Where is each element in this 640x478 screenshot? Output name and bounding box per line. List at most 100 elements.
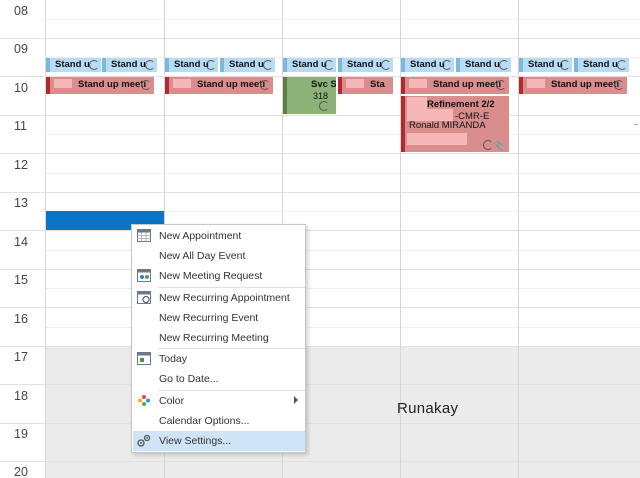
hour-line (0, 115, 640, 116)
standup-short-appointment[interactable]: Stand u (220, 58, 275, 72)
refinement-appointment[interactable]: Refinement 2/2 -CMR-E Ronald MIRANDA 📎 (401, 96, 509, 152)
menu-item-new-meeting-request[interactable]: New Meeting Request (133, 266, 305, 286)
menu-item-label: New Recurring Event (159, 312, 259, 324)
menu-item-label: New Recurring Appointment (159, 292, 290, 304)
standup-appointment[interactable]: Stand up meeti (46, 77, 154, 94)
standup-short-appointment[interactable]: Stand u (165, 58, 218, 72)
category-marker (346, 79, 364, 88)
svc-appointment[interactable]: Svc S 318 (283, 77, 336, 114)
recurrence-icon (381, 60, 391, 70)
standup-appointment[interactable]: Stand up meeti (165, 77, 273, 94)
standup-short-appointment[interactable]: Stand u (283, 58, 336, 72)
recurrence-icon (483, 140, 493, 150)
standup-appointment[interactable]: Stand up meeti (519, 77, 627, 94)
appointment-title: Stand u (229, 59, 264, 70)
attachment-icon: 📎 (493, 140, 505, 150)
appointment-title: Stand u (465, 59, 500, 70)
menu-item-label: View Settings... (159, 435, 232, 447)
recurrence-icon (260, 80, 270, 90)
category-marker (173, 79, 191, 88)
hour-line (0, 384, 640, 385)
hour-line (0, 423, 640, 424)
appointment-title: Stand u (111, 59, 146, 70)
menu-item-label: New All Day Event (159, 250, 246, 262)
appointment-organizer: Ronald MIRANDA (409, 120, 486, 131)
appointment-title: Stand up meeti (78, 79, 147, 90)
appointment-title: Stand u (410, 59, 445, 70)
hour-line (0, 153, 640, 154)
hour-line (0, 461, 640, 462)
meeting-request-icon (137, 269, 151, 282)
hour-label: 17 (14, 350, 28, 364)
half-hour-line (46, 19, 640, 20)
calendar-grid-icon (137, 229, 151, 242)
watermark-text: Runakay (397, 400, 459, 417)
menu-item-calendar-options[interactable]: Calendar Options... (133, 411, 305, 431)
menu-item-new-recurring-meeting[interactable]: New Recurring Meeting (133, 328, 305, 348)
view-settings-icon (137, 434, 151, 447)
category-marker (54, 79, 72, 88)
appointment-title: Stand u (174, 59, 209, 70)
category-marker (407, 133, 467, 145)
hour-label: 15 (14, 273, 28, 287)
recurrence-icon (141, 80, 151, 90)
menu-item-new-all-day-event[interactable]: New All Day Event (133, 246, 305, 266)
menu-item-today[interactable]: Today (133, 349, 305, 369)
appointment-title: Stand up meeti (197, 79, 266, 90)
hour-label: 16 (14, 312, 28, 326)
recurrence-icon (145, 60, 155, 70)
hour-label: 20 (14, 465, 28, 478)
menu-item-label: Calendar Options... (159, 415, 250, 427)
menu-item-label: Go to Date... (159, 373, 219, 385)
appointment-title: Stand u (528, 59, 563, 70)
standup-short-appointment[interactable]: Stand u (401, 58, 454, 72)
color-palette-icon (138, 395, 150, 406)
appointment-title: Stand u (583, 59, 618, 70)
half-hour-line (46, 173, 640, 174)
appointment-title: Stand up meeti (433, 79, 502, 90)
category-marker (527, 79, 545, 88)
recurrence-icon (499, 60, 509, 70)
standup-short-appointment[interactable]: Stand u (574, 58, 629, 72)
hour-label: 09 (14, 42, 28, 56)
recurrence-icon (319, 101, 329, 111)
hour-line (0, 192, 640, 193)
submenu-arrow-icon (294, 396, 298, 404)
standup-short-appointment[interactable]: Stand u (338, 58, 393, 72)
menu-item-go-to-date[interactable]: Go to Date... (133, 369, 305, 389)
hour-label: 08 (14, 4, 28, 18)
hour-label: 13 (14, 196, 28, 210)
recurrence-icon (324, 60, 334, 70)
standup-short-appointment[interactable]: Stand u (102, 58, 157, 72)
menu-item-label: Color (159, 395, 185, 407)
menu-item-new-appointment[interactable]: New Appointment (133, 226, 305, 246)
menu-item-view-settings[interactable]: View Settings... (133, 431, 305, 451)
recurrence-icon (442, 60, 452, 70)
standup-appointment[interactable]: Sta (338, 77, 393, 94)
hour-line (0, 269, 640, 270)
menu-item-new-recurring-event[interactable]: New Recurring Event (133, 308, 305, 328)
appointment-title: Sta (370, 79, 385, 90)
standup-short-appointment[interactable]: Stand u (519, 58, 572, 72)
menu-item-new-recurring-appointment[interactable]: New Recurring Appointment (133, 288, 305, 308)
category-marker (407, 97, 427, 109)
standup-appointment[interactable]: Stand up meeti (401, 77, 509, 94)
appointment-title: Stand u (55, 59, 90, 70)
hour-label: 14 (14, 235, 28, 249)
standup-short-appointment[interactable]: Stand u (46, 58, 101, 72)
recurrence-icon (206, 60, 216, 70)
recurrence-icon (89, 60, 99, 70)
scrollbar-tick[interactable] (634, 124, 638, 125)
menu-item-label: New Appointment (159, 230, 242, 242)
category-marker (409, 79, 427, 88)
menu-item-color[interactable]: Color (133, 391, 305, 411)
hour-label: 12 (14, 158, 28, 172)
menu-item-label: Today (159, 353, 188, 365)
hour-line (0, 346, 640, 347)
appointment-title: Stand up meeti (551, 79, 620, 90)
standup-short-appointment[interactable]: Stand u (456, 58, 511, 72)
today-calendar-icon (137, 352, 151, 365)
recurrence-icon (496, 80, 506, 90)
menu-item-label: New Recurring Meeting (159, 332, 269, 344)
hour-label: 19 (14, 427, 28, 441)
